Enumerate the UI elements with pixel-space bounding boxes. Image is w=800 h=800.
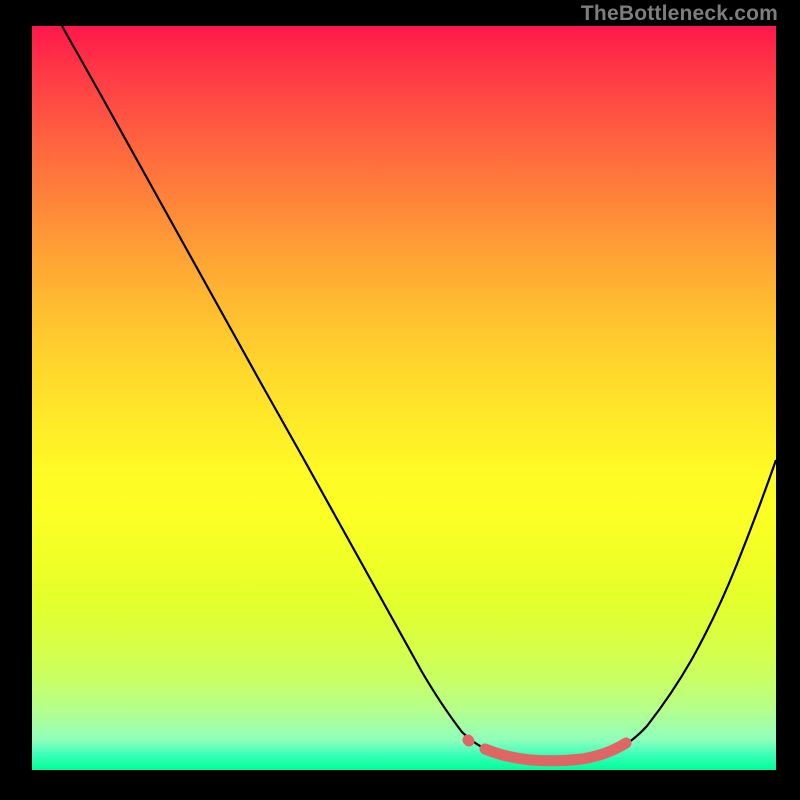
watermark-text: TheBottleneck.com xyxy=(581,2,778,26)
highlight-group xyxy=(468,740,626,761)
highlight-dot-left xyxy=(468,740,469,741)
chart-svg xyxy=(32,26,776,770)
highlight-segment xyxy=(485,743,626,761)
chart-container xyxy=(32,26,776,770)
bottleneck-curve-path xyxy=(62,26,776,761)
